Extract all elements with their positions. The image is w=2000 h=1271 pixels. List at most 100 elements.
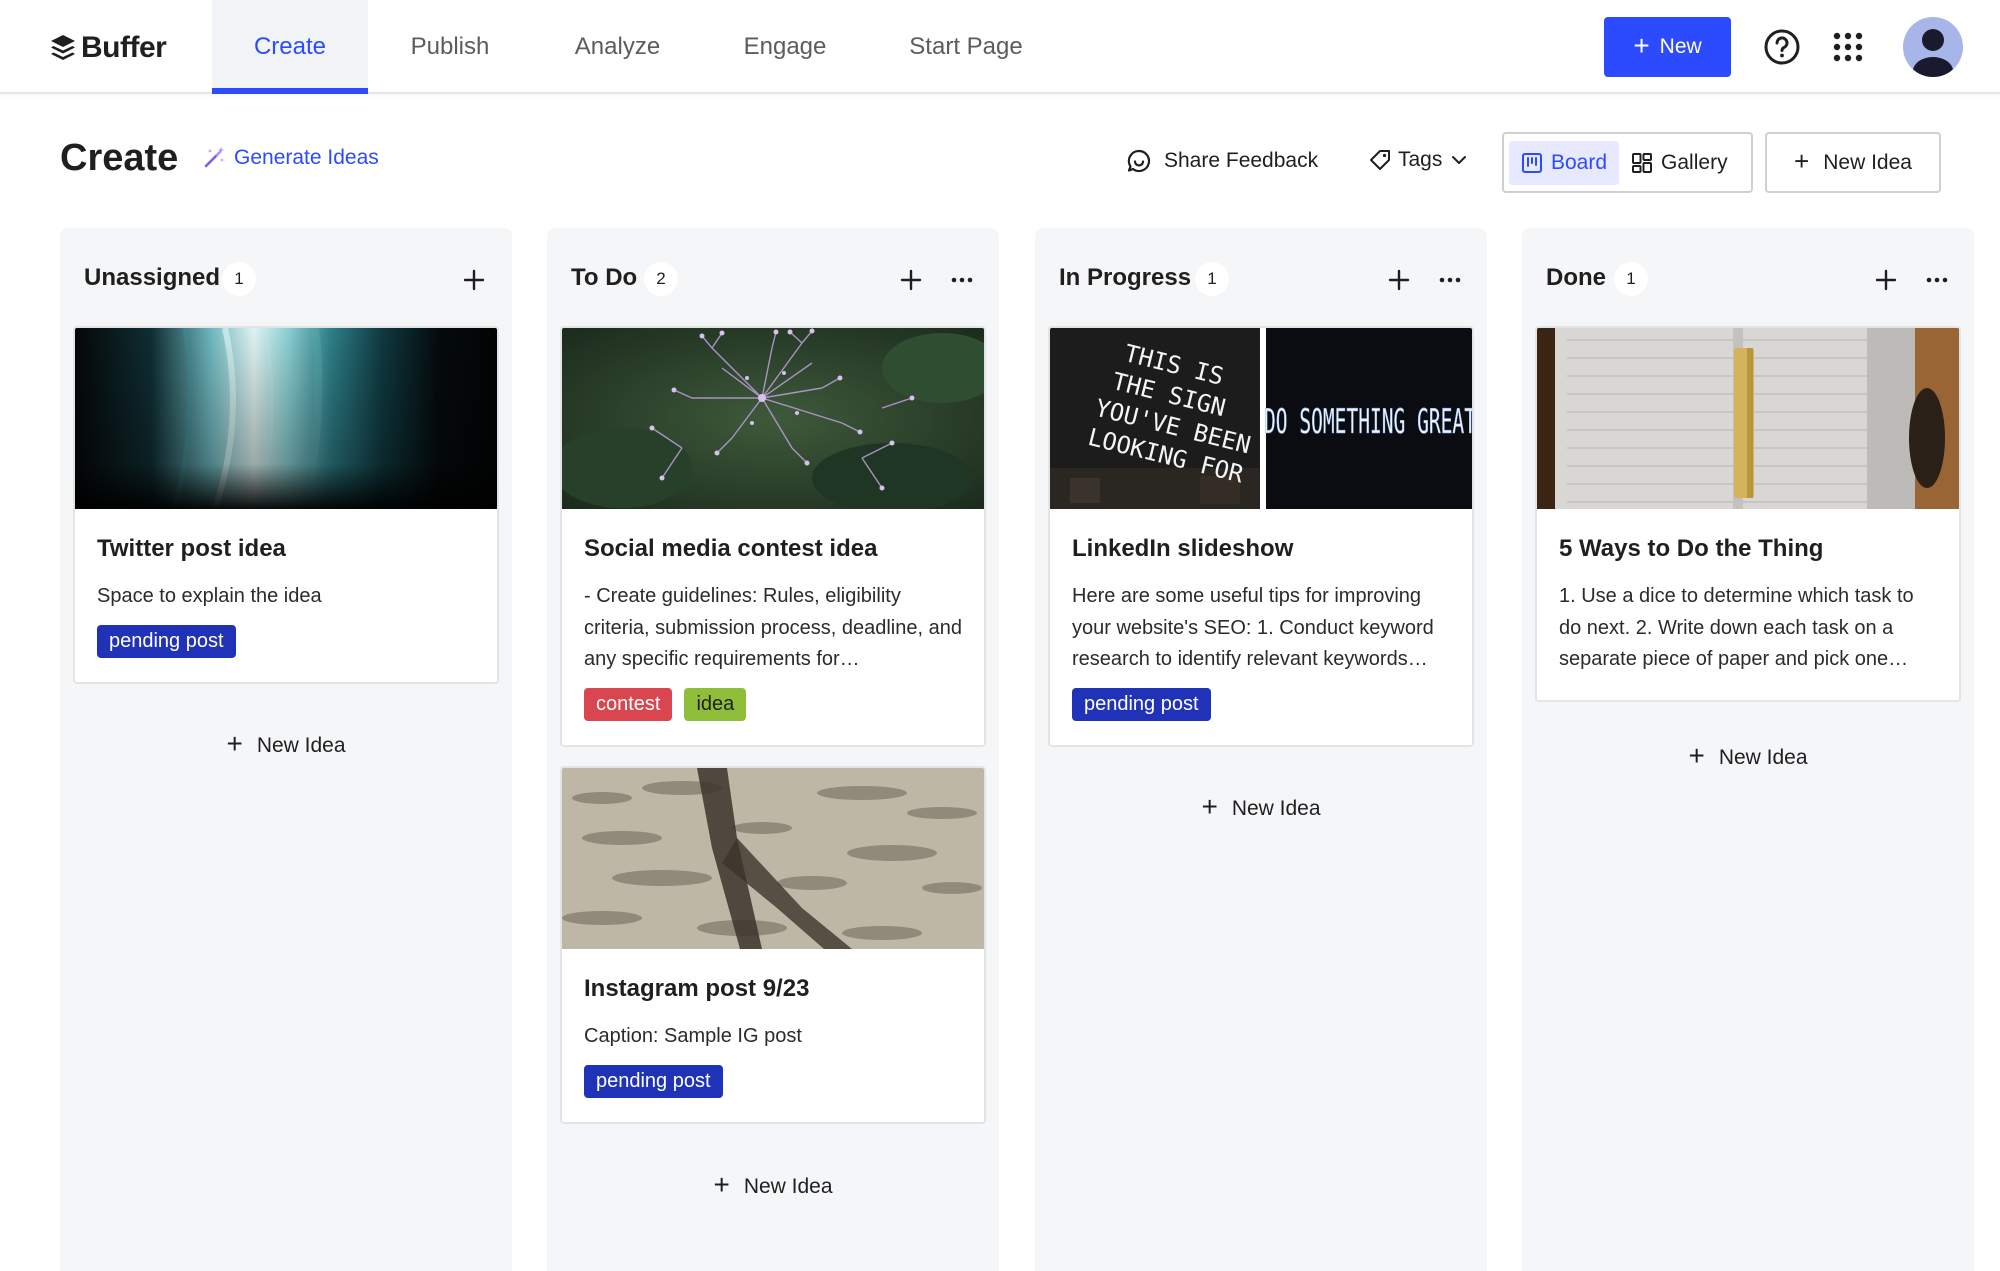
- column-title: In Progress: [1059, 264, 1192, 291]
- plus-icon: +: [1633, 29, 1650, 61]
- tag-chip-pending-post[interactable]: pending post: [97, 624, 236, 658]
- more-options-icon[interactable]: [1923, 266, 1951, 294]
- apps-grid-icon[interactable]: [1833, 32, 1863, 62]
- more-options-icon[interactable]: [948, 266, 976, 294]
- card-image: THIS IS THE SIGN YOU'VE BEEN LOOKING FOR…: [1050, 328, 1472, 509]
- card-description: Caption: Sample IG post: [584, 1025, 802, 1047]
- column-unassigned: Unassigned 1 Twitter post idea Space to …: [60, 228, 512, 1271]
- column-new-idea-button[interactable]: + New Idea: [1522, 740, 1974, 772]
- view-toggle: Board Gallery: [1502, 132, 1753, 193]
- tags-dropdown[interactable]: Tags: [1368, 148, 1468, 172]
- idea-card[interactable]: Instagram post 9/23 Caption: Sample IG p…: [560, 766, 986, 1124]
- tag-icon: [1370, 150, 1390, 170]
- card-body: Instagram post 9/23 Caption: Sample IG p…: [562, 949, 984, 1122]
- column-new-idea-label: New Idea: [743, 1174, 833, 1198]
- idea-card[interactable]: Social media contest idea - Create guide…: [560, 326, 986, 747]
- magic-wand-icon: [204, 147, 224, 168]
- tag-chip-pending-post[interactable]: pending post: [1072, 687, 1211, 721]
- board-view-button[interactable]: Board: [1509, 140, 1620, 185]
- new-idea-button[interactable]: + New Idea: [1765, 132, 1941, 193]
- notebook-pencil-image: [1537, 328, 1959, 509]
- idea-card[interactable]: 5 Ways to Do the Thing 1. Use a dice to …: [1535, 326, 1961, 702]
- column-to-do: To Do 2 Social media contest idea - Crea…: [547, 228, 999, 1271]
- card-image: [562, 328, 984, 509]
- tab-label: Publish: [410, 33, 490, 60]
- column-header: To Do 2: [547, 228, 999, 332]
- card-title: 5 Ways to Do the Thing: [1559, 535, 1824, 562]
- column-title: To Do: [571, 264, 638, 291]
- add-idea-plus-icon[interactable]: [897, 266, 925, 294]
- avatar[interactable]: [1903, 17, 1963, 77]
- tag-chip-pending-post[interactable]: pending post: [584, 1064, 723, 1098]
- gallery-view-button[interactable]: Gallery: [1619, 141, 1740, 185]
- tags-label: Tags: [1398, 148, 1443, 171]
- column-done: Done 1 5 Ways to Do the Thing 1. Use a d…: [1522, 228, 1974, 1271]
- tab-publish[interactable]: Publish: [380, 0, 520, 94]
- generate-ideas-link[interactable]: Generate Ideas: [202, 146, 379, 170]
- column-title: Unassigned: [84, 264, 221, 291]
- share-feedback-button[interactable]: Share Feedback: [1126, 148, 1318, 174]
- card-tags: pending post: [97, 624, 475, 658]
- card-image: [1537, 328, 1959, 509]
- column-new-idea-label: New Idea: [256, 733, 346, 757]
- card-image: [562, 768, 984, 949]
- gallery-view-label: Gallery: [1661, 150, 1728, 174]
- tab-label: Create: [253, 33, 327, 60]
- tab-analyze[interactable]: Analyze: [550, 0, 685, 94]
- column-count-badge: 1: [1614, 262, 1648, 296]
- buffer-logo[interactable]: Buffer: [50, 30, 167, 66]
- column-header: Unassigned 1: [60, 228, 512, 332]
- gallery-grid-icon: [1632, 152, 1653, 173]
- sand-shadow-image: [562, 768, 984, 949]
- card-tags: pending post: [584, 1064, 962, 1098]
- column-new-idea-button[interactable]: + New Idea: [1035, 791, 1487, 823]
- card-body: 5 Ways to Do the Thing 1. Use a dice to …: [1537, 509, 1959, 700]
- tag-chip-idea[interactable]: idea: [684, 687, 747, 721]
- add-idea-plus-icon[interactable]: [1385, 266, 1413, 294]
- new-button[interactable]: + New: [1604, 17, 1731, 77]
- column-count-badge: 1: [1195, 262, 1229, 296]
- card-title: Twitter post idea: [97, 535, 286, 562]
- card-description: - Create guidelines: Rules, eligibility …: [584, 585, 962, 670]
- neon-signs-image: THIS IS THE SIGN YOU'VE BEEN LOOKING FOR…: [1050, 328, 1472, 509]
- tab-create[interactable]: Create: [212, 0, 368, 94]
- column-in-progress: In Progress 1 THIS IS THE SIGN YOU'VE BE…: [1035, 228, 1487, 1271]
- card-tags: contest idea: [584, 687, 962, 721]
- user-avatar-icon: [1913, 29, 1953, 77]
- column-header: Done 1: [1522, 228, 1974, 332]
- tab-label: Analyze: [574, 33, 661, 60]
- card-body: Twitter post idea Space to explain the i…: [75, 509, 497, 682]
- help-icon[interactable]: [1763, 28, 1801, 66]
- card-title: LinkedIn slideshow: [1072, 535, 1294, 562]
- column-new-idea-button[interactable]: + New Idea: [60, 728, 512, 760]
- chevron-down-icon: [1452, 156, 1467, 164]
- add-idea-plus-icon[interactable]: [1872, 266, 1900, 294]
- column-title: Done: [1546, 264, 1606, 291]
- tab-start-page[interactable]: Start Page: [885, 0, 1047, 94]
- card-tags: pending post: [1072, 687, 1450, 721]
- card-body: LinkedIn slideshow Here are some useful …: [1050, 509, 1472, 745]
- board-view-label: Board: [1551, 150, 1608, 174]
- column-new-idea-label: New Idea: [1231, 796, 1321, 820]
- more-options-icon[interactable]: [1436, 266, 1464, 294]
- card-title: Instagram post 9/23: [584, 975, 810, 1002]
- column-header: In Progress 1: [1035, 228, 1487, 332]
- tab-engage[interactable]: Engage: [715, 0, 855, 94]
- brand-name: Buffer: [81, 31, 167, 64]
- idea-card[interactable]: THIS IS THE SIGN YOU'VE BEEN LOOKING FOR…: [1048, 326, 1474, 747]
- purple-flowers-image: [562, 328, 984, 509]
- idea-card[interactable]: Twitter post idea Space to explain the i…: [73, 326, 499, 684]
- chat-bubble-icon: [1127, 149, 1151, 173]
- plus-icon: +: [1201, 791, 1218, 822]
- card-description: Space to explain the idea: [97, 585, 322, 607]
- tag-chip-contest[interactable]: contest: [584, 687, 673, 721]
- teal-light-streaks-image: [75, 328, 497, 509]
- board-icon: [1522, 152, 1542, 173]
- generate-ideas-label: Generate Ideas: [234, 146, 379, 169]
- add-idea-plus-icon[interactable]: [460, 266, 488, 294]
- column-new-idea-button[interactable]: + New Idea: [547, 1169, 999, 1201]
- page-title: Create: [60, 137, 179, 179]
- plus-icon: +: [713, 1169, 730, 1200]
- column-count-badge: 2: [644, 262, 678, 296]
- plus-icon: +: [1688, 740, 1705, 771]
